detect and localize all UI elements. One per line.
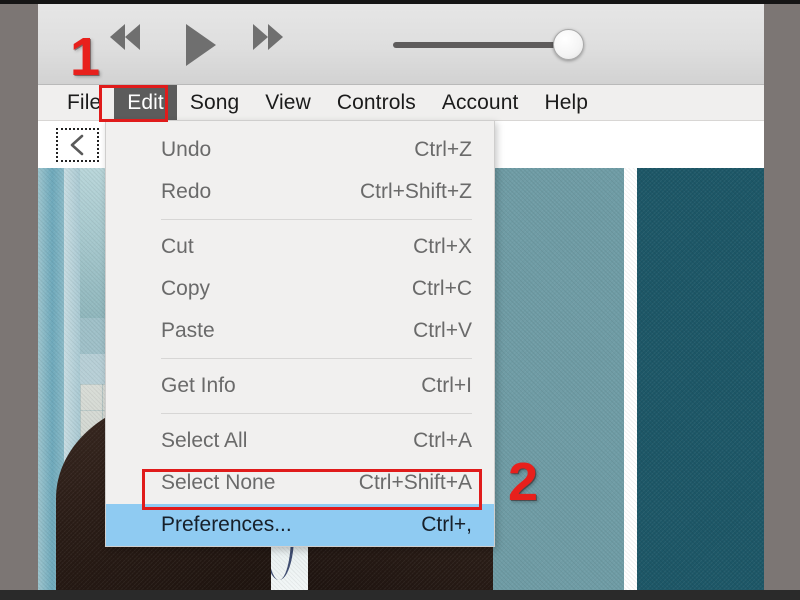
menu-separator — [161, 413, 472, 414]
screenshot-root: File Edit Song View Controls Account Hel… — [0, 0, 800, 600]
fast-forward-icon — [268, 24, 283, 50]
menu-controls[interactable]: Controls — [324, 85, 429, 120]
rewind-icon — [125, 24, 140, 50]
menu-item-cut-label: Cut — [161, 235, 194, 258]
menu-item-paste-shortcut: Ctrl+V — [413, 319, 472, 342]
menu-item-copy-label: Copy — [161, 277, 211, 300]
menu-view-label: View — [265, 90, 311, 114]
menu-item-undo[interactable]: Undo Ctrl+Z — [106, 129, 494, 171]
menu-item-paste[interactable]: Paste Ctrl+V — [106, 310, 494, 352]
photo-dark-teal-panel — [637, 168, 764, 592]
menu-item-get-info[interactable]: Get Info Ctrl+I — [106, 365, 494, 407]
play-icon — [186, 24, 216, 66]
back-button[interactable] — [56, 128, 99, 162]
menu-help[interactable]: Help — [531, 85, 601, 120]
menu-item-select-all-shortcut: Ctrl+A — [413, 429, 472, 452]
player-toolbar — [38, 4, 764, 85]
fast-forward-icon — [253, 24, 268, 50]
fast-forward-button[interactable] — [253, 24, 283, 50]
menu-item-select-all[interactable]: Select All Ctrl+A — [106, 420, 494, 462]
menu-item-get-info-shortcut: Ctrl+I — [421, 374, 472, 397]
menu-item-copy[interactable]: Copy Ctrl+C — [106, 268, 494, 310]
annotation-box-preferences — [142, 469, 482, 510]
annotation-step-2: 2 — [508, 452, 539, 512]
volume-slider-knob[interactable] — [553, 29, 584, 60]
menu-file-label: File — [67, 90, 102, 114]
volume-slider-track[interactable] — [393, 42, 571, 48]
menu-item-undo-shortcut: Ctrl+Z — [414, 138, 472, 161]
annotation-box-edit-menu — [99, 85, 168, 122]
menu-account[interactable]: Account — [429, 85, 532, 120]
menu-item-paste-label: Paste — [161, 319, 215, 342]
annotation-step-1: 1 — [70, 27, 101, 87]
menu-item-preferences-shortcut: Ctrl+, — [421, 513, 472, 536]
rewind-icon — [110, 24, 125, 50]
menu-item-copy-shortcut: Ctrl+C — [411, 277, 472, 300]
menu-item-redo-shortcut: Ctrl+Shift+Z — [359, 180, 472, 203]
menu-song-label: Song — [189, 90, 240, 114]
volume-slider[interactable] — [393, 29, 584, 60]
menu-separator — [161, 219, 472, 220]
top-frame-band — [0, 0, 800, 4]
menu-item-get-info-label: Get Info — [161, 374, 236, 397]
photo-teal-panel — [493, 168, 624, 592]
menu-separator — [161, 358, 472, 359]
menu-item-redo-label: Redo — [161, 180, 212, 203]
menu-help-label: Help — [544, 90, 589, 114]
menu-item-cut[interactable]: Cut Ctrl+X — [106, 226, 494, 268]
menu-view[interactable]: View — [252, 85, 324, 120]
right-frame-band — [764, 0, 800, 600]
photo-white-strip — [624, 168, 637, 592]
menu-item-preferences[interactable]: Preferences... Ctrl+, — [106, 504, 494, 546]
menu-controls-label: Controls — [336, 90, 416, 114]
play-button[interactable] — [186, 24, 216, 66]
chevron-left-icon — [70, 134, 83, 156]
menu-item-select-all-label: Select All — [161, 429, 248, 452]
rewind-button[interactable] — [110, 24, 140, 50]
bottom-frame-band — [0, 590, 800, 600]
menu-item-preferences-label: Preferences... — [161, 513, 292, 536]
menu-item-undo-label: Undo — [161, 138, 212, 161]
menu-song[interactable]: Song — [177, 85, 252, 120]
left-frame-band — [0, 0, 38, 600]
menu-item-redo[interactable]: Redo Ctrl+Shift+Z — [106, 171, 494, 213]
menu-item-cut-shortcut: Ctrl+X — [413, 235, 472, 258]
menu-account-label: Account — [441, 90, 519, 114]
